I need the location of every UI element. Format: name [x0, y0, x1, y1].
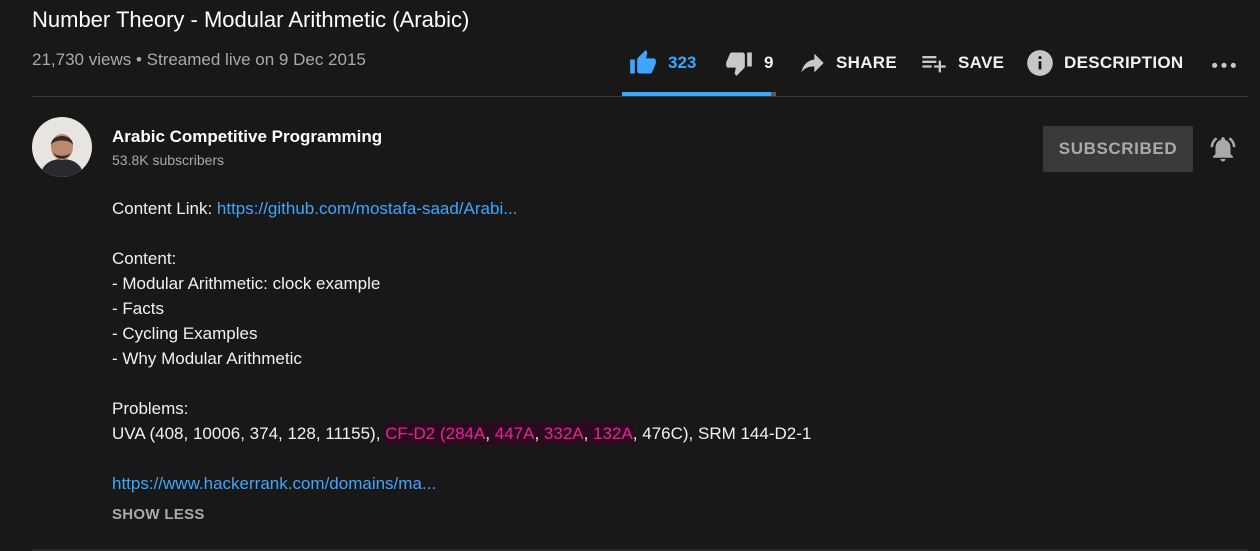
video-title: Number Theory - Modular Arithmetic (Arab… [32, 7, 470, 32]
playlist-add-icon [922, 56, 946, 73]
content-link[interactable]: https://github.com/mostafa-saad/Arabi... [217, 199, 517, 218]
cf-problem: 132A [593, 424, 633, 443]
content-item: - Modular Arithmetic: clock example [112, 274, 381, 293]
cf-problem: 332A [543, 424, 584, 443]
channel-name[interactable]: Arabic Competitive Programming [112, 127, 382, 147]
description-label: DESCRIPTION [1064, 53, 1184, 72]
cf-problem: 447A [494, 424, 535, 443]
dislike-count: 9 [764, 53, 774, 72]
cf-highlight: CF-D2 (284A, 447A, 332A, 132A [385, 422, 633, 445]
cf-separator: , [485, 424, 495, 443]
description-button[interactable]: DESCRIPTION [1026, 40, 1183, 86]
content-item: - Facts [112, 299, 164, 318]
bell-icon [1210, 137, 1236, 162]
save-button[interactable]: SAVE [920, 40, 1004, 86]
share-label: SHARE [836, 53, 898, 72]
cf-prefix: CF-D2 ( [385, 424, 446, 443]
content-link-label: Content Link: [112, 199, 217, 218]
cf-separator: , [632, 424, 643, 443]
problems-tail: 476C), SRM 144-D2-1 [642, 424, 812, 443]
info-icon [1027, 50, 1053, 76]
thumb-down-icon [726, 52, 752, 76]
notification-bell-button[interactable] [1208, 134, 1238, 164]
problems-heading: Problems: [112, 399, 189, 418]
content-item: - Why Modular Arithmetic [112, 349, 302, 368]
channel-avatar[interactable] [32, 117, 92, 177]
video-meta: 21,730 views • Streamed live on 9 Dec 20… [32, 50, 366, 69]
action-bar: 323 9 SHARE SAVE DESCRIPTION [622, 40, 1236, 96]
cf-problem: 284A [445, 424, 486, 443]
video-info-panel: Number Theory - Modular Arithmetic (Arab… [0, 0, 1260, 551]
save-label: SAVE [958, 53, 1005, 72]
content-item: - Cycling Examples [112, 324, 258, 343]
more-icon [1212, 62, 1236, 68]
video-description: Content Link: https://github.com/mostafa… [112, 196, 811, 496]
subscribed-button[interactable]: SUBSCRIBED [1043, 126, 1193, 172]
section-divider [32, 96, 1248, 97]
show-less-button[interactable]: SHOW LESS [112, 506, 205, 523]
content-heading: Content: [112, 249, 177, 268]
problems-line: UVA (408, 10006, 374, 128, 11155), CF-D2… [112, 421, 811, 446]
hackerrank-link[interactable]: https://www.hackerrank.com/domains/ma... [112, 474, 436, 493]
thumb-up-icon [630, 50, 656, 74]
more-actions-button[interactable] [1210, 40, 1238, 86]
problems-uva: UVA (408, 10006, 374, 128, 11155), [112, 424, 386, 443]
like-count: 323 [668, 53, 697, 72]
hackerrank-line: https://www.hackerrank.com/domains/ma... [112, 471, 811, 496]
cf-separator: , [534, 424, 544, 443]
share-icon [801, 53, 824, 73]
share-button[interactable]: SHARE [798, 40, 897, 86]
content-link-line: Content Link: https://github.com/mostafa… [112, 196, 811, 221]
cf-separator: , [583, 424, 594, 443]
subscriber-count: 53.8K subscribers [112, 152, 225, 168]
